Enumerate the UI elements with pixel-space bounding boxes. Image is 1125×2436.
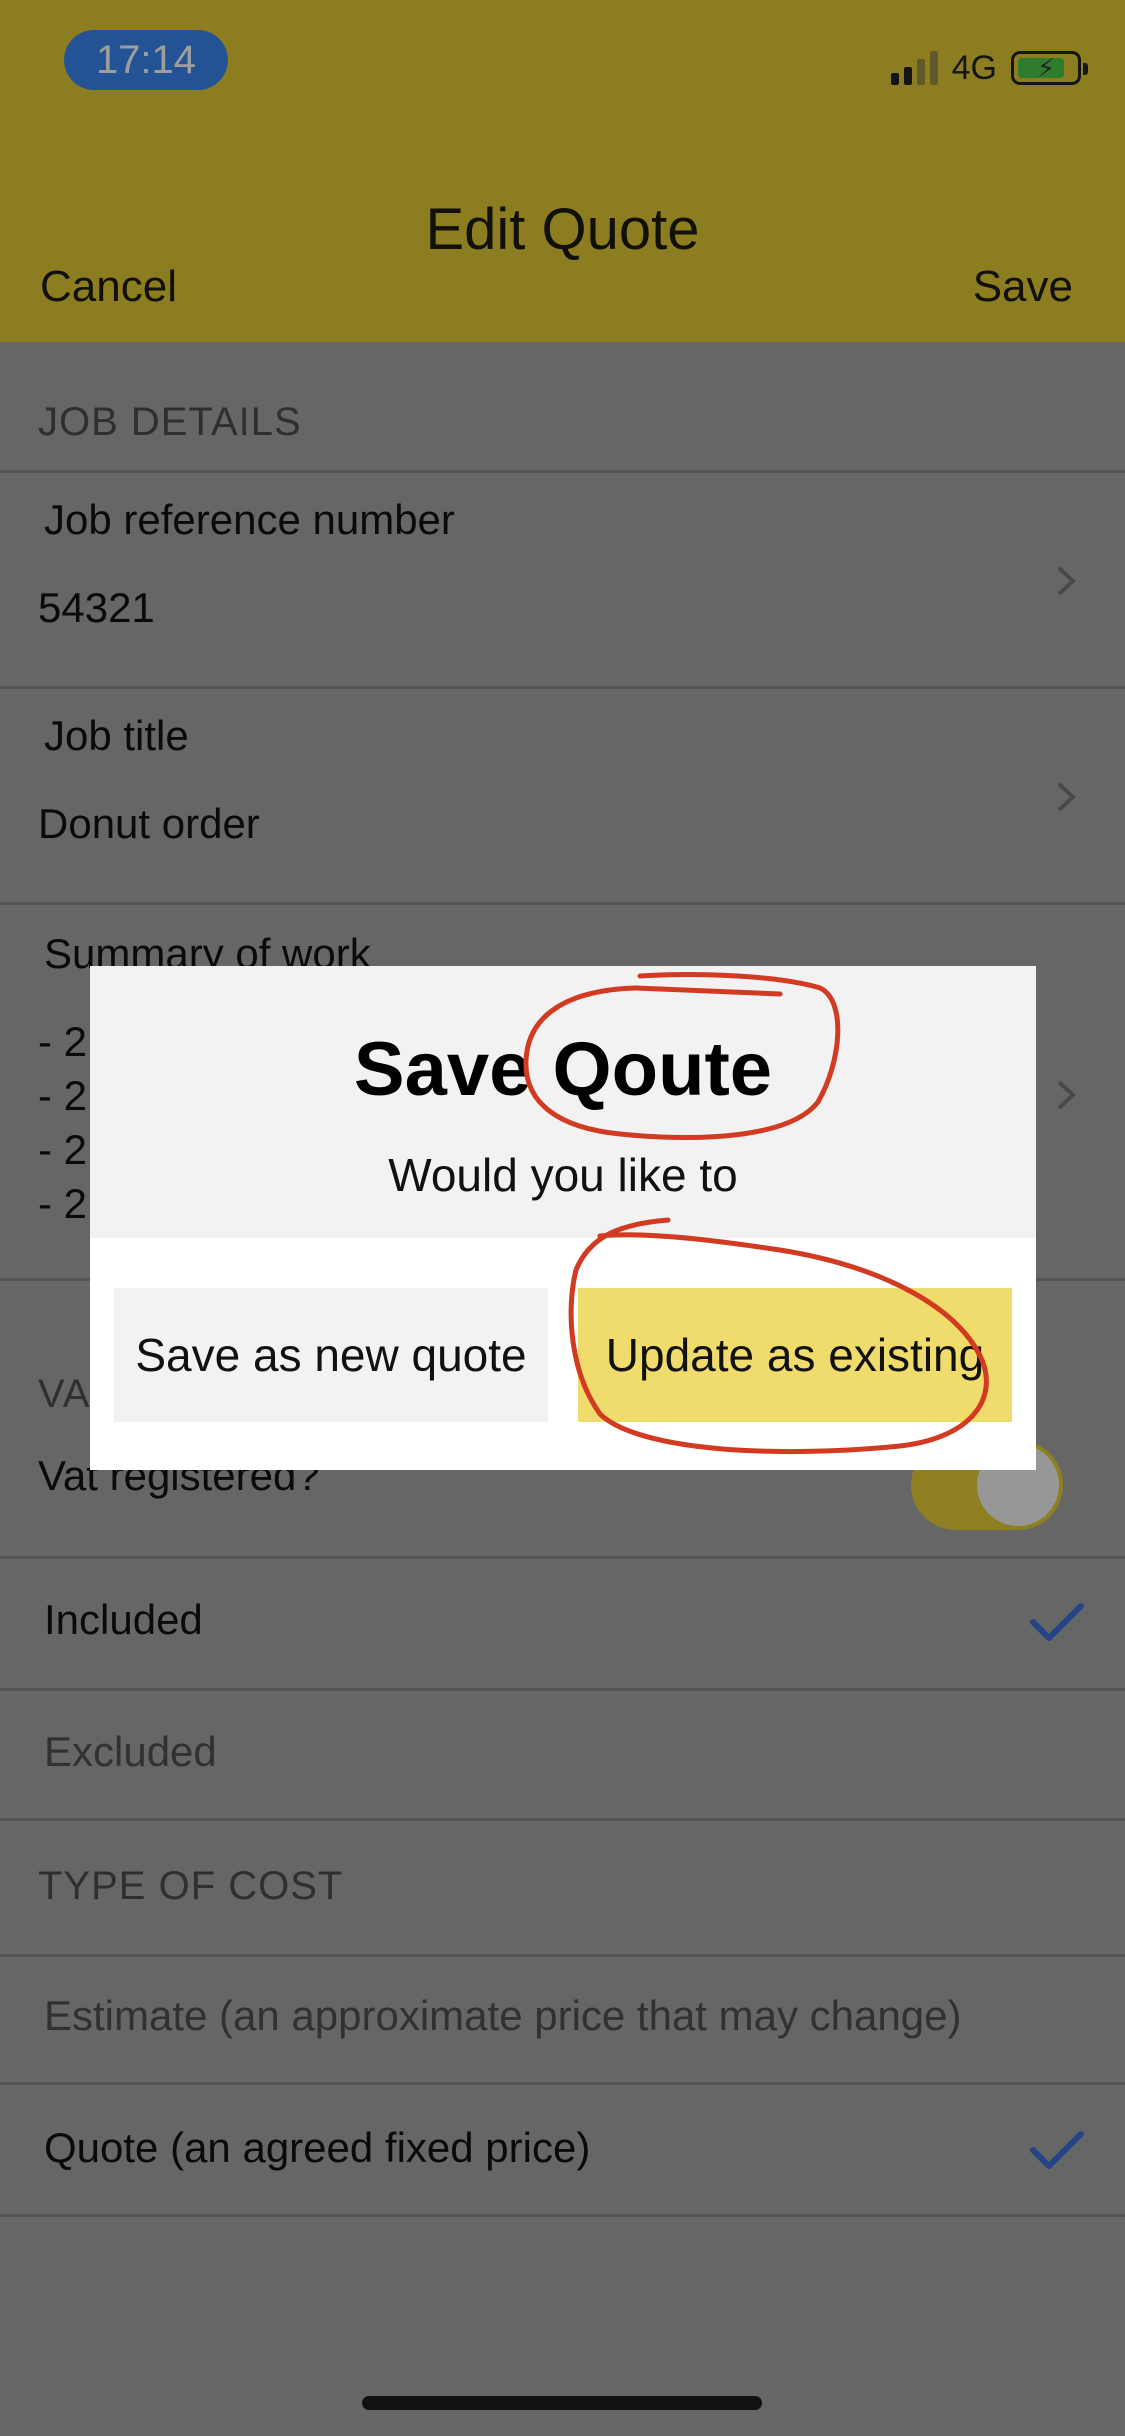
dialog-message: Would you like to	[388, 1149, 738, 1201]
dialog-header: Save Qoute Would you like to	[90, 966, 1036, 1238]
save-quote-dialog: Save Qoute Would you like to Save as new…	[90, 966, 1036, 1470]
update-existing-button[interactable]: Update as existing	[578, 1288, 1012, 1422]
dialog-title: Save Qoute	[353, 1027, 773, 1112]
save-as-new-button[interactable]: Save as new quote	[114, 1288, 548, 1422]
home-indicator[interactable]	[362, 2396, 762, 2410]
